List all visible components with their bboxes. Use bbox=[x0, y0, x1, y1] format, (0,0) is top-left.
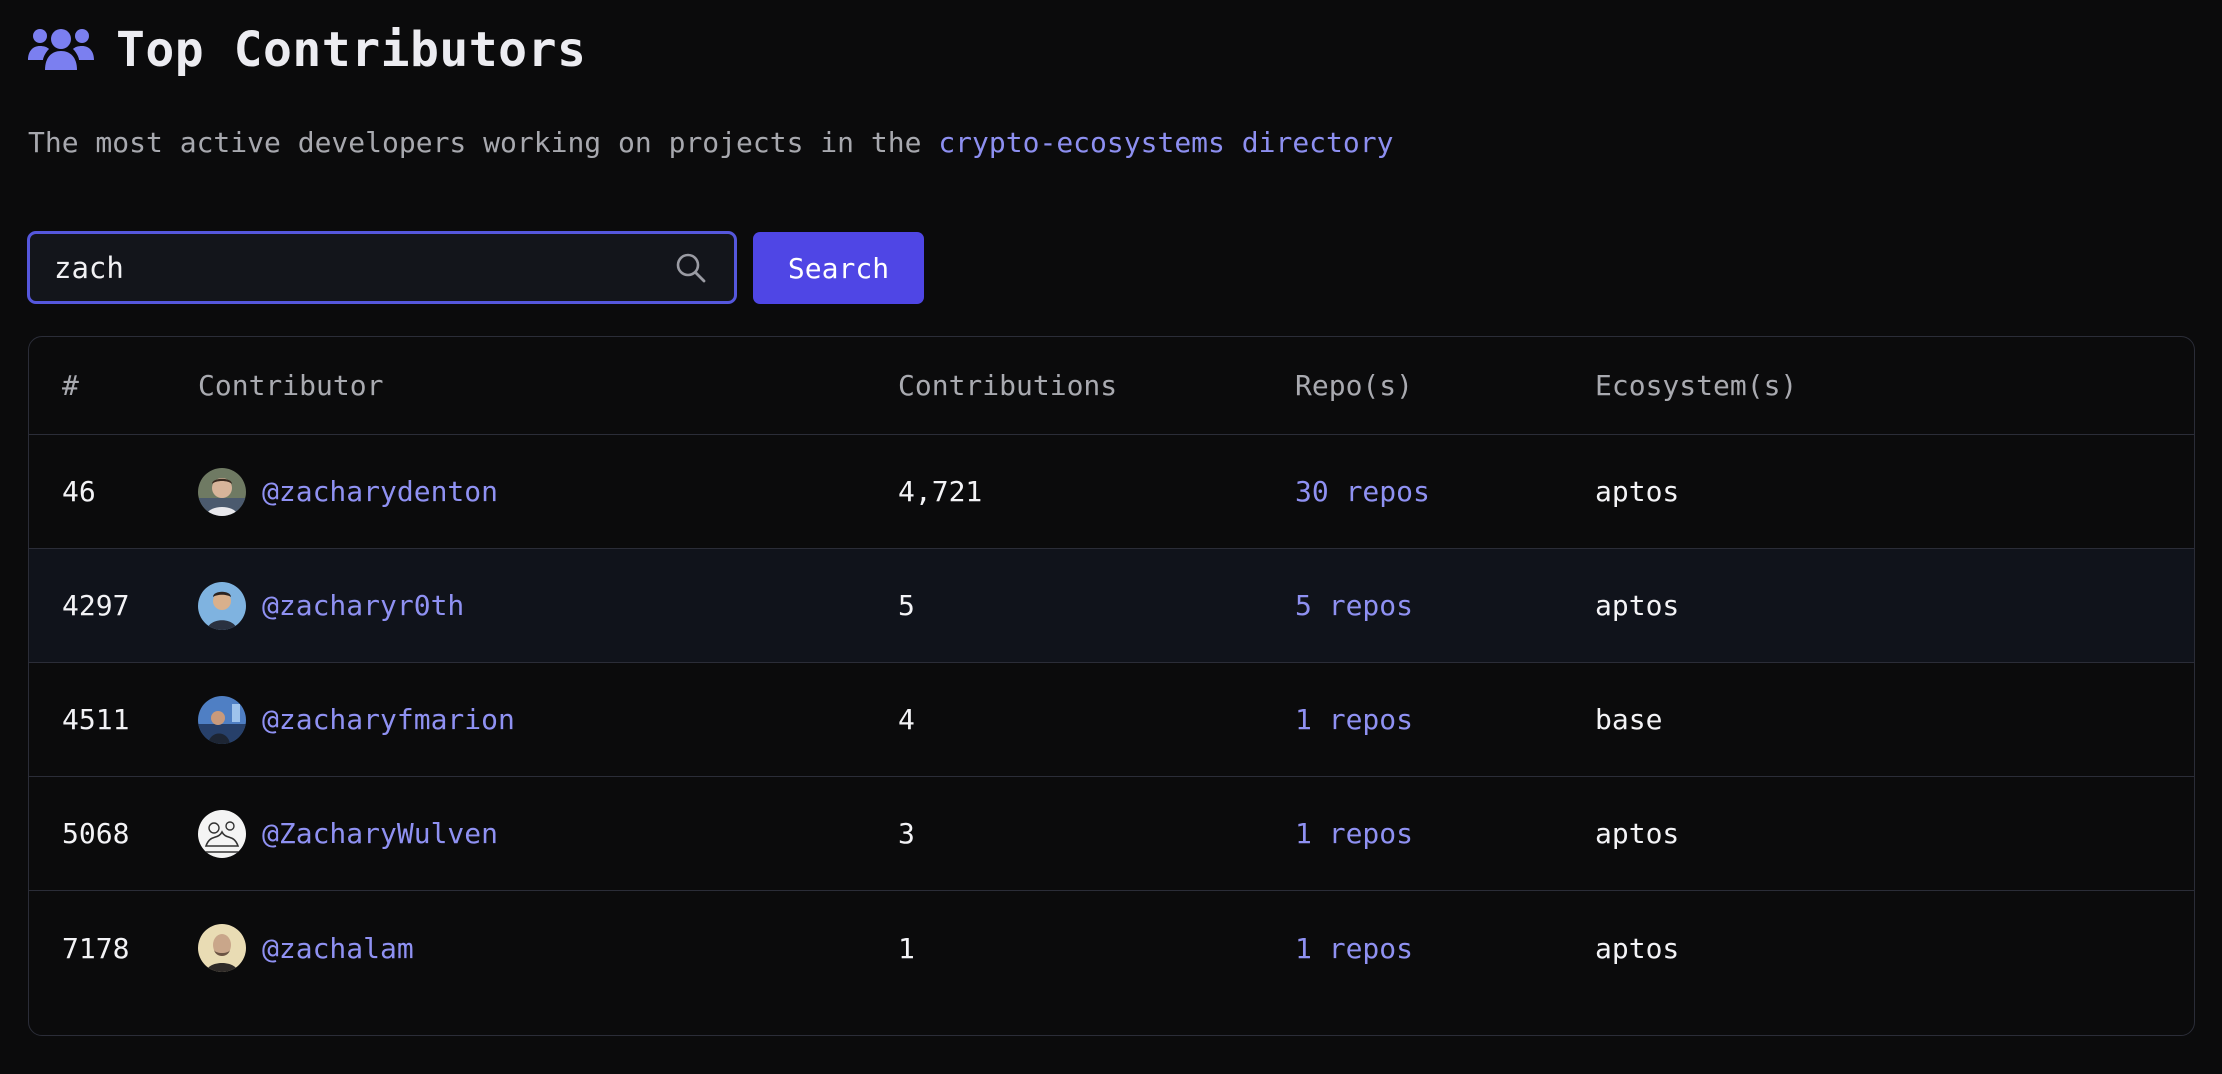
contributor-cell: @ZacharyWulven bbox=[198, 777, 498, 890]
rank-cell: 4511 bbox=[62, 703, 130, 736]
page-subtitle: The most active developers working on pr… bbox=[28, 126, 1393, 159]
crypto-ecosystems-link[interactable]: crypto-ecosystems directory bbox=[938, 126, 1393, 159]
page-title: Top Contributors bbox=[116, 22, 587, 78]
ecosystem-cell: aptos bbox=[1595, 475, 1680, 508]
contributions-cell: 4,721 bbox=[898, 475, 983, 508]
contributor-cell: @zachalam bbox=[198, 891, 414, 1005]
ecosystem-cell: base bbox=[1595, 703, 1663, 736]
table-header: # Contributor Contributions Repo(s) Ecos… bbox=[29, 337, 2194, 435]
table-row: 46 @zacharydenton 4,721 30 repos aptos bbox=[29, 435, 2194, 549]
repos-link[interactable]: 1 repos bbox=[1295, 663, 1413, 776]
table-row: 5068 @ZacharyWulven 3 1 repos aptos bbox=[29, 777, 2194, 891]
rank-cell: 46 bbox=[62, 475, 96, 508]
search-button[interactable]: Search bbox=[753, 232, 924, 304]
contributions-cell: 1 bbox=[898, 931, 915, 965]
repos-link[interactable]: 30 repos bbox=[1295, 435, 1430, 548]
repos-link[interactable]: 1 repos bbox=[1295, 891, 1413, 1005]
contributions-cell: 4 bbox=[898, 703, 915, 736]
avatar[interactable] bbox=[198, 467, 246, 516]
header-contributor[interactable]: Contributor bbox=[198, 337, 383, 434]
header-ecosystems[interactable]: Ecosystem(s) bbox=[1595, 337, 1797, 434]
subtitle-text: The most active developers working on pr… bbox=[28, 126, 939, 159]
header-repos[interactable]: Repo(s) bbox=[1295, 337, 1413, 434]
search-input[interactable] bbox=[30, 249, 674, 286]
ecosystem-cell: aptos bbox=[1595, 931, 1680, 965]
table-row: 4511 @zacharyfmarion 4 1 repos base bbox=[29, 663, 2194, 777]
ecosystem-cell: aptos bbox=[1595, 817, 1680, 850]
contributor-link[interactable]: @zacharyr0th bbox=[262, 589, 464, 622]
table-row: 7178 @zachalam 1 1 repos aptos bbox=[29, 891, 2194, 1005]
contributor-cell: @zacharydenton bbox=[198, 435, 498, 548]
repos-link[interactable]: 5 repos bbox=[1295, 549, 1413, 662]
contributions-cell: 3 bbox=[898, 817, 915, 850]
table-row: 4297 @zacharyr0th 5 5 repos aptos bbox=[29, 549, 2194, 663]
rank-cell: 4297 bbox=[62, 589, 130, 622]
contributor-cell: @zacharyr0th bbox=[198, 549, 464, 662]
avatar[interactable] bbox=[198, 924, 246, 972]
header-rank[interactable]: # bbox=[62, 337, 79, 434]
rank-cell: 7178 bbox=[62, 931, 130, 965]
contributor-link[interactable]: @zacharydenton bbox=[262, 475, 498, 508]
contributors-table: # Contributor Contributions Repo(s) Ecos… bbox=[28, 336, 2195, 1036]
search-field[interactable] bbox=[27, 231, 737, 304]
repos-link[interactable]: 1 repos bbox=[1295, 777, 1413, 890]
users-icon bbox=[28, 26, 94, 74]
page: Top Contributors The most active develop… bbox=[0, 0, 2222, 1074]
header-contributions[interactable]: Contributions bbox=[898, 337, 1117, 434]
contributor-link[interactable]: @zachalam bbox=[262, 932, 414, 965]
contributor-link[interactable]: @ZacharyWulven bbox=[262, 817, 498, 850]
avatar[interactable] bbox=[198, 581, 246, 630]
avatar[interactable] bbox=[198, 809, 246, 858]
avatar[interactable] bbox=[198, 695, 246, 744]
ecosystem-cell: aptos bbox=[1595, 589, 1680, 622]
search-icon[interactable] bbox=[674, 251, 708, 285]
rank-cell: 5068 bbox=[62, 817, 130, 850]
page-header: Top Contributors bbox=[28, 14, 586, 86]
contributions-cell: 5 bbox=[898, 589, 915, 622]
contributor-link[interactable]: @zacharyfmarion bbox=[262, 703, 515, 736]
contributor-cell: @zacharyfmarion bbox=[198, 663, 515, 776]
